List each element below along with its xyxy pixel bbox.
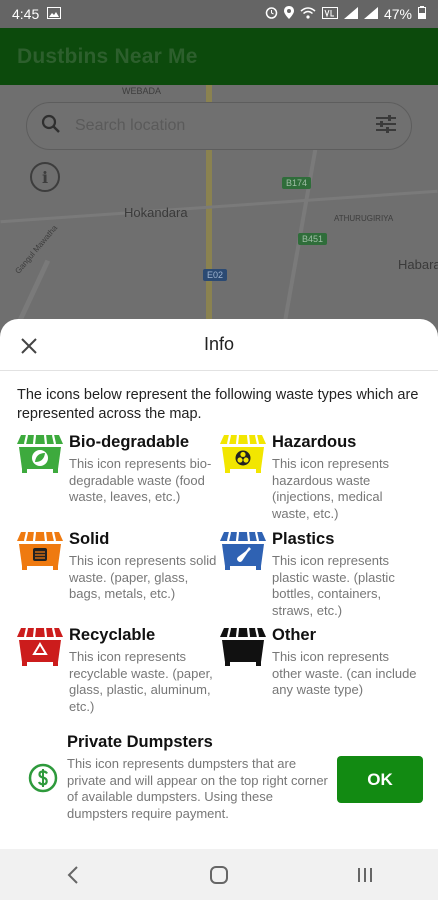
- alarm-icon: [265, 6, 278, 22]
- info-button[interactable]: i: [30, 162, 60, 192]
- plastics-bin-icon: [220, 532, 266, 570]
- ok-button[interactable]: OK: [337, 756, 423, 803]
- signal-icon: [343, 6, 358, 22]
- private-dumpsters-description: This icon represents dumpsters that are …: [67, 756, 328, 821]
- home-icon: [210, 865, 228, 884]
- waste-type-description: This icon represents plastic waste. (pla…: [272, 553, 395, 618]
- info-dialog: Info The icons below represent the follo…: [0, 319, 438, 849]
- waste-type-name: Solid: [69, 530, 110, 548]
- search-input[interactable]: Search location: [75, 117, 375, 135]
- battery-icon: [418, 6, 426, 22]
- map-road: [282, 126, 322, 324]
- waste-type-description: This icon represents solid waste. (paper…: [69, 553, 217, 601]
- signal-icon: [363, 6, 378, 22]
- map-label: Hokandara: [124, 205, 188, 220]
- dialog-intro: The icons below represent the following …: [17, 387, 419, 422]
- waste-type-name: Recyclable: [69, 626, 156, 644]
- road-shield: B451: [298, 233, 328, 245]
- waste-type-name: Plastics: [272, 530, 335, 548]
- close-icon: [21, 338, 37, 354]
- map-label: ATHURUGIRIYA: [334, 214, 394, 223]
- recents-button[interactable]: [335, 855, 395, 895]
- wifi-icon: [300, 6, 316, 22]
- search-bar[interactable]: Search location: [26, 102, 412, 150]
- other-bin-icon: [220, 628, 266, 666]
- back-icon: [67, 865, 78, 884]
- battery-percent: 47%: [383, 6, 412, 22]
- close-button[interactable]: [18, 335, 40, 357]
- back-button[interactable]: [43, 855, 103, 895]
- status-time: 4:45: [12, 6, 40, 22]
- private-dumpsters-title: Private Dumpsters: [67, 733, 213, 751]
- app-title: Dustbins Near Me: [17, 44, 198, 68]
- map-label: Habara: [398, 257, 438, 272]
- waste-type-name: Bio-degradable: [69, 433, 190, 451]
- hazardous-bin-icon: [220, 435, 266, 473]
- home-button[interactable]: [189, 855, 249, 895]
- dialog-title: Info: [203, 334, 235, 354]
- app-bar: Dustbins Near Me: [0, 28, 438, 85]
- waste-type-description: This icon represents hazardous waste (in…: [272, 456, 390, 521]
- waste-type-description: This icon represents bio-degradable wast…: [69, 456, 212, 504]
- solid-bin-icon: [17, 532, 63, 570]
- road-shield: B174: [282, 177, 312, 189]
- filter-icon[interactable]: [375, 114, 397, 139]
- road-shield: E02: [203, 269, 228, 281]
- waste-type-name: Other: [272, 626, 317, 644]
- status-bar: 4:45 47%: [0, 0, 438, 28]
- waste-type-name: Hazardous: [272, 433, 357, 451]
- waste-type-description: This icon represents recyclable waste. (…: [69, 649, 213, 714]
- waste-type-description: This icon represents other waste. (can i…: [272, 649, 417, 697]
- recents-icon: [358, 867, 372, 882]
- map-label: WEBADA: [122, 86, 162, 96]
- image-notification-icon: [47, 6, 62, 22]
- system-nav-bar: [0, 849, 438, 900]
- volte-icon: [321, 6, 338, 22]
- location-icon: [283, 6, 294, 22]
- search-icon: [41, 114, 61, 139]
- recyclable-bin-icon: [17, 628, 63, 666]
- dollar-icon: [28, 763, 58, 793]
- dialog-header: Info: [0, 319, 438, 371]
- map-label: Gangul Mawatha: [13, 223, 60, 276]
- biodegradable-bin-icon: [17, 435, 63, 473]
